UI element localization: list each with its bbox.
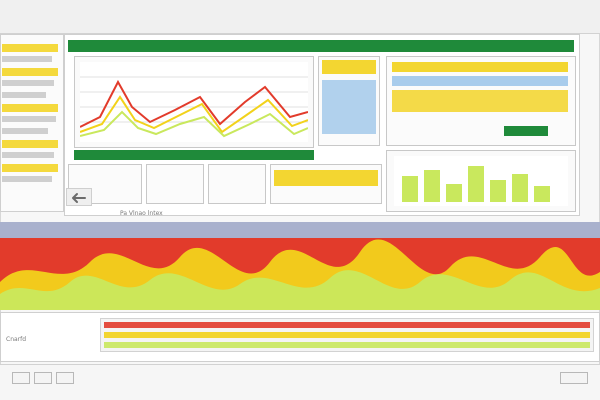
status-bar-button-3[interactable]: [56, 372, 74, 384]
sidebar-item-12[interactable]: [2, 176, 52, 182]
middle-thumbnail-header: [322, 60, 376, 74]
overview-chart-footer: [74, 150, 314, 160]
sidebar-item-9[interactable]: [2, 140, 58, 148]
sidebar-item-6[interactable]: [2, 104, 58, 112]
sidebar-item-11[interactable]: [2, 164, 58, 172]
status-bar-button-2[interactable]: [34, 372, 52, 384]
sidebar-item-5[interactable]: [2, 92, 46, 98]
status-bar: [0, 364, 600, 400]
right-dashboard-button[interactable]: [504, 126, 548, 136]
right-dashboard-strip-2: [392, 76, 568, 86]
middle-thumbnail-body: [322, 80, 376, 134]
sidebar-item-2[interactable]: [2, 56, 52, 62]
widget-2[interactable]: [146, 164, 204, 204]
overview-chart: [80, 62, 308, 142]
sidebar-item-7[interactable]: [2, 116, 56, 122]
caption: Pa Vlnao lntex: [120, 210, 163, 217]
right-dashboard-strip-3: [392, 90, 568, 112]
status-bar-button-1[interactable]: [12, 372, 30, 384]
top-toolbar: [0, 0, 600, 34]
status-bar-button-4[interactable]: [560, 372, 588, 384]
main-header-bar: [68, 40, 574, 52]
sidebar-item-10[interactable]: [2, 152, 54, 158]
sidebar-item-4[interactable]: [2, 80, 54, 86]
timeline-spectrogram: [0, 222, 600, 310]
sidebar-item-1[interactable]: [2, 44, 58, 52]
widget-4-fill: [274, 170, 378, 186]
bottom-strip-layer-3: [104, 342, 590, 348]
status-left-text: Cnarfd: [6, 336, 27, 343]
arrow-left-icon[interactable]: [66, 188, 92, 206]
arrow-left-icon-svg: [72, 193, 86, 203]
right-lower-mini-chart: [394, 156, 568, 206]
right-dashboard-strip-1: [392, 62, 568, 72]
bottom-strip-layer-1: [104, 322, 590, 328]
widget-3[interactable]: [208, 164, 266, 204]
sidebar-items: [2, 44, 60, 204]
sidebar-item-3[interactable]: [2, 68, 58, 76]
sidebar-item-8[interactable]: [2, 128, 48, 134]
bottom-strip-layer-2: [104, 332, 590, 338]
